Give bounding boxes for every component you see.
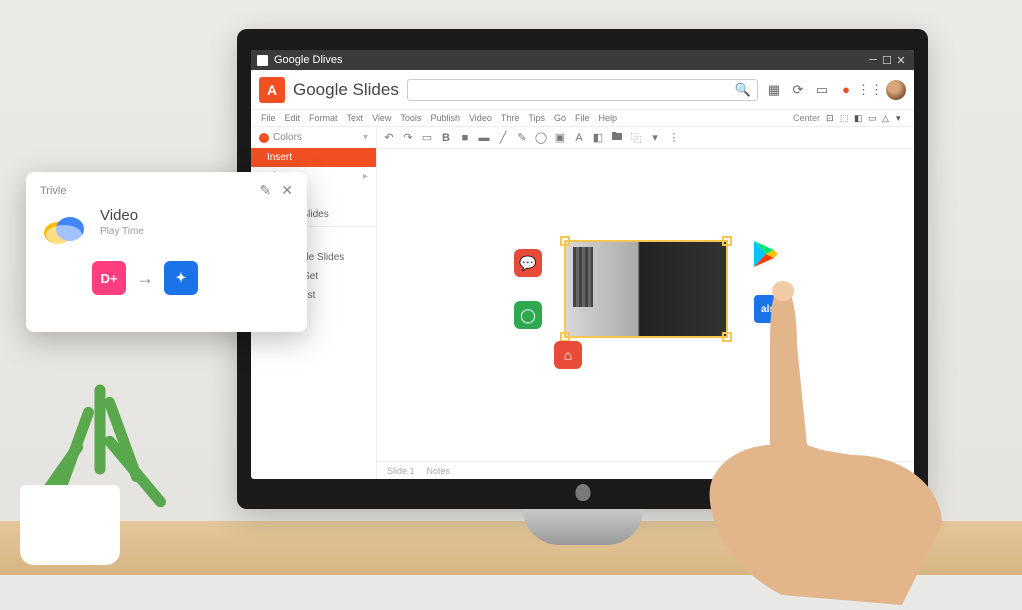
canvas-column: ↶ ↷ ▭ B ■ ▬ ╱ ✎ ◯ ▣ A ◧ 🖿 ⿻ ▾ ⋮ <box>377 127 914 479</box>
sidebar-item-insert[interactable]: Insert <box>251 148 376 167</box>
search-input-wrapper[interactable]: 🔍 <box>407 79 758 101</box>
app-body: Colors ▾ Insert View▸ Video Search Slide… <box>251 127 914 479</box>
popup-subtitle: Play Time <box>100 226 144 237</box>
section-dot-icon <box>259 133 269 143</box>
popup-edit-icon[interactable]: ✎ <box>260 182 272 199</box>
menu-video[interactable]: Video <box>469 113 492 123</box>
slide-canvas[interactable]: 💬 ◯ ⌂ als <box>377 149 914 461</box>
menu-edit[interactable]: Edit <box>285 113 301 123</box>
resize-handle-br[interactable] <box>722 332 732 342</box>
cloud-icon <box>40 207 88 247</box>
arrow-right-icon: → <box>136 268 154 289</box>
menu-format[interactable]: Format <box>309 113 338 123</box>
resize-handle-tl[interactable] <box>560 236 570 246</box>
blue-badge-icon[interactable]: als <box>754 295 782 323</box>
menu-publish[interactable]: Publish <box>430 113 460 123</box>
window-close-button[interactable]: ✕ <box>894 54 908 67</box>
toolbar-mini-icon-1[interactable]: ⊡ <box>826 113 834 121</box>
apple-logo-icon <box>575 484 590 501</box>
source-badge-right[interactable]: ✦ <box>164 261 198 295</box>
grid-icon[interactable]: ▦ <box>766 82 782 98</box>
insert-video-popup: Trivle ✎ ✕ Video Play Time D+ → ✦ <box>26 172 307 332</box>
toolbar-mini-icon-5[interactable]: △ <box>882 113 890 121</box>
redo-icon[interactable]: ↷ <box>402 132 414 144</box>
bold-icon[interactable]: B <box>440 132 452 144</box>
status-notes-label[interactable]: Notes <box>427 466 451 476</box>
window-favicon-icon <box>257 55 268 66</box>
menu-center[interactable]: Center <box>793 113 820 123</box>
camera-icon[interactable]: ◯ <box>514 301 542 329</box>
shape-icon[interactable]: ◯ <box>535 132 547 144</box>
chevron-down-icon[interactable]: ▾ <box>363 132 368 143</box>
square-icon[interactable]: ■ <box>459 132 471 144</box>
reload-icon[interactable]: ⟳ <box>790 82 806 98</box>
selected-image[interactable] <box>565 241 727 337</box>
window-minimize-button[interactable]: ─ <box>866 54 880 66</box>
app-header: A Google Slides 🔍 ▦ ⟳ ▭ ● ⋮⋮ <box>251 70 914 110</box>
text-icon[interactable]: A <box>573 132 585 144</box>
chat-icon[interactable]: ▭ <box>814 82 830 98</box>
search-input[interactable] <box>414 84 735 96</box>
bell-icon[interactable]: ● <box>838 82 854 98</box>
popup-title: Video <box>100 207 144 224</box>
menu-thre[interactable]: Thre <box>501 113 520 123</box>
avatar[interactable] <box>886 80 906 100</box>
screen: Google Dlives ─ ☐ ✕ A Google Slides 🔍 ▦ … <box>251 50 914 479</box>
undo-icon[interactable]: ↶ <box>383 132 395 144</box>
play-store-icon[interactable] <box>754 241 778 267</box>
window-title: Google Dlives <box>274 54 866 66</box>
monitor-frame: Google Dlives ─ ☐ ✕ A Google Slides 🔍 ▦ … <box>237 29 928 509</box>
status-bar: Slide 1 Notes <box>377 461 914 479</box>
toolbar-mini-icon-4[interactable]: ▭ <box>868 113 876 121</box>
window-titlebar: Google Dlives ─ ☐ ✕ <box>251 50 914 70</box>
menu-file2[interactable]: File <box>575 113 590 123</box>
apps-icon[interactable]: ⋮⋮ <box>862 82 878 98</box>
sidebar-section-header: Colors ▾ <box>251 127 376 148</box>
status-slide-label: Slide 1 <box>387 466 415 476</box>
search-icon[interactable]: 🔍 <box>735 82 751 98</box>
more-icon[interactable]: ⋮ <box>668 132 680 144</box>
toolbar-mini-icon-3[interactable]: ◧ <box>854 113 862 121</box>
menu-bar: File Edit Format Text View Tools Publish… <box>251 110 914 127</box>
brand-title: Google Slides <box>293 80 399 100</box>
menu-file[interactable]: File <box>261 113 276 123</box>
sidebar-section-label: Colors <box>273 132 302 143</box>
popup-tab-label: Trivle <box>40 185 66 197</box>
toolbar-mini-icon-6[interactable]: ▾ <box>896 113 904 121</box>
source-badge-left[interactable]: D+ <box>92 261 126 295</box>
menu-text[interactable]: Text <box>347 113 364 123</box>
window-maximize-button[interactable]: ☐ <box>880 54 894 67</box>
line-icon[interactable]: ╱ <box>497 132 509 144</box>
resize-handle-tr[interactable] <box>722 236 732 246</box>
rect-icon[interactable]: ▬ <box>478 132 490 144</box>
home-icon[interactable]: ⌂ <box>554 341 582 369</box>
canvas-toolbar: ↶ ↷ ▭ B ■ ▬ ╱ ✎ ◯ ▣ A ◧ 🖿 ⿻ ▾ ⋮ <box>377 127 914 149</box>
copy-icon[interactable]: ⿻ <box>630 132 642 144</box>
menu-tools[interactable]: Tools <box>400 113 421 123</box>
menu-help[interactable]: Help <box>599 113 618 123</box>
toolbar-mini-icon-2[interactable]: ⬚ <box>840 113 848 121</box>
image-icon[interactable]: ▣ <box>554 132 566 144</box>
plant-decor <box>0 315 170 565</box>
popup-close-icon[interactable]: ✕ <box>281 182 293 199</box>
pen-icon[interactable]: ✎ <box>516 132 528 144</box>
menu-tips[interactable]: Tips <box>528 113 545 123</box>
chat-bubble-icon[interactable]: 💬 <box>514 249 542 277</box>
menu-view[interactable]: View <box>372 113 391 123</box>
brand-badge-icon: A <box>259 77 285 103</box>
caret-icon[interactable]: ▾ <box>649 132 661 144</box>
menu-go[interactable]: Go <box>554 113 566 123</box>
cursor-icon[interactable]: ▭ <box>421 132 433 144</box>
folder-icon[interactable]: 🖿 <box>611 132 623 144</box>
fill-icon[interactable]: ◧ <box>592 132 604 144</box>
